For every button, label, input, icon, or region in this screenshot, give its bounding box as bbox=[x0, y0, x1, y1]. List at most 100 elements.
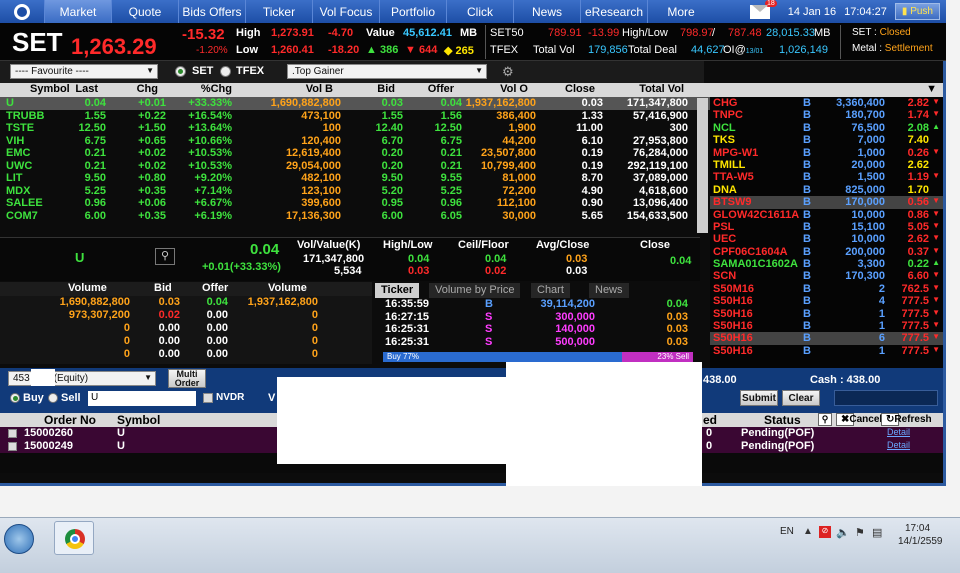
multi-order-button[interactable]: Multi Order bbox=[168, 369, 206, 388]
table-row[interactable]: MDX 5.25 +0.35 +7.14% 123,100 5.20 5.25 72,200 4… bbox=[0, 185, 710, 198]
side-panel-row[interactable]: S50M16 B 2 762.5 ▼ bbox=[710, 283, 943, 295]
tab-market[interactable]: Market bbox=[44, 0, 111, 23]
tab-news[interactable]: News bbox=[513, 0, 580, 23]
table-row[interactable]: U 0.04 +0.01 +33.33% 1,690,882,800 0.03 0.04 1,… bbox=[0, 97, 710, 110]
side-panel-row[interactable]: SCN B 170,300 6.60 ▼ bbox=[710, 270, 943, 282]
filter-funnel-icon[interactable]: ▼ bbox=[926, 83, 937, 95]
bid-offer-row[interactable]: 0 0.00 0.00 0 bbox=[0, 348, 372, 361]
ticker-row[interactable]: 16:25:31 S 500,000 0.03 bbox=[373, 336, 700, 349]
side-panel-row[interactable]: S50H16 B 1 777.5 ▼ bbox=[710, 308, 943, 320]
search-icon[interactable]: ⚲ bbox=[155, 248, 175, 265]
ticker-row[interactable]: 16:35:59 B 39,114,200 0.04 bbox=[373, 298, 700, 311]
tab-ticker[interactable]: Ticker bbox=[245, 0, 312, 23]
nvdr-checkbox[interactable] bbox=[203, 393, 213, 403]
grid-col-5[interactable]: Bid bbox=[377, 83, 403, 95]
side-panel-row[interactable]: TTA-W5 B 1,500 1.19 ▼ bbox=[710, 171, 943, 183]
cancel-button[interactable]: ✖ Cancel bbox=[836, 413, 882, 426]
network-icon[interactable]: ▤ bbox=[872, 526, 882, 539]
favourite-select[interactable]: ---- Favourite ---- bbox=[10, 64, 158, 79]
side-panel-row[interactable]: TNPC B 180,700 1.74 ▼ bbox=[710, 109, 943, 121]
table-row[interactable]: TSTE 12.50 +1.50 +13.64% 100 12.40 12.50 1,900 1… bbox=[0, 122, 710, 135]
tray-app-icon[interactable]: ⊘ bbox=[819, 526, 831, 538]
bid-offer-row[interactable]: 973,307,200 0.02 0.00 0 bbox=[0, 309, 372, 322]
grid-col-8[interactable]: Close bbox=[565, 83, 603, 95]
side-panel-row[interactable]: CPF06C1604A B 200,000 0.37 ▼ bbox=[710, 246, 943, 258]
tab-ticker-3[interactable]: News bbox=[589, 283, 629, 298]
table-row[interactable]: SALEE 0.96 +0.06 +6.67% 399,600 0.95 0.96 112,1… bbox=[0, 197, 710, 210]
tab-vol-focus[interactable]: Vol Focus bbox=[312, 0, 379, 23]
start-button[interactable] bbox=[4, 524, 34, 554]
search-icon[interactable]: ⚲ bbox=[818, 413, 832, 426]
tab-ticker-1[interactable]: Volume by Price bbox=[429, 283, 521, 298]
detail-link[interactable]: Detail bbox=[887, 440, 910, 450]
volume-icon[interactable]: 🔈 bbox=[836, 526, 850, 539]
tray-arrow-icon[interactable]: ▲ bbox=[803, 526, 813, 537]
settings-gear-icon[interactable]: ⚙ bbox=[502, 64, 514, 80]
side-panel-row[interactable]: SAMA01C1602A B 3,300 0.22 ▲ bbox=[710, 258, 943, 270]
grid-col-2[interactable]: Chg bbox=[137, 83, 166, 95]
grid-col-4[interactable]: Vol B bbox=[306, 83, 341, 95]
ticker-row[interactable]: 16:25:31 S 140,000 0.03 bbox=[373, 323, 700, 336]
bid-offer-row[interactable]: 0 0.00 0.00 0 bbox=[0, 335, 372, 348]
radio-buy[interactable] bbox=[10, 393, 20, 403]
grid-col-3[interactable]: %Chg bbox=[201, 83, 232, 95]
clear-button[interactable]: Clear bbox=[782, 390, 820, 406]
detail-link[interactable]: Detail bbox=[887, 427, 910, 437]
logo[interactable] bbox=[0, 0, 44, 23]
side-panel-row[interactable]: MPG-W1 B 1,000 0.26 ▼ bbox=[710, 147, 943, 159]
table-row[interactable]: EMC 0.21 +0.02 +10.53% 12,619,400 0.20 0.21 23,… bbox=[0, 147, 710, 160]
flag-icon[interactable]: ⚑ bbox=[855, 526, 865, 539]
side-panel-row[interactable]: UEC B 10,000 2.62 ▼ bbox=[710, 233, 943, 245]
submit-button[interactable]: Submit bbox=[740, 390, 778, 406]
bid-offer-row[interactable]: 1,690,882,800 0.03 0.04 1,937,162,800 bbox=[0, 296, 372, 309]
side-panel-row[interactable]: BTSW9 B 170,000 0.56 ▼ bbox=[710, 196, 943, 209]
tab-ticker-0[interactable]: Ticker bbox=[375, 283, 420, 298]
grid-col-1[interactable]: Last bbox=[75, 83, 106, 95]
clock-time[interactable]: 17:04 bbox=[905, 523, 930, 534]
side-panel-row[interactable]: NCL B 76,500 2.08 ▲ bbox=[710, 122, 943, 134]
ticker-row[interactable]: 16:27:15 S 300,000 0.03 bbox=[373, 311, 700, 324]
table-row[interactable]: LIT 9.50 +0.80 +9.20% 482,100 9.50 9.55 81,000 8… bbox=[0, 172, 710, 185]
tab-more[interactable]: More bbox=[647, 0, 714, 23]
table-row[interactable]: UWC 0.21 +0.02 +10.53% 29,054,000 0.20 0.21 10,… bbox=[0, 160, 710, 173]
list-select[interactable]: .Top Gainer bbox=[287, 64, 487, 79]
table-row[interactable]: TRUBB 1.55 +0.22 +16.54% 473,100 1.55 1.56 386,… bbox=[0, 110, 710, 123]
refresh-button[interactable]: ↻ Refresh bbox=[881, 413, 932, 426]
table-row[interactable]: COM7 6.00 +0.35 +6.19% 17,136,300 6.00 6.05 30,… bbox=[0, 210, 710, 223]
row-checkbox[interactable] bbox=[8, 429, 17, 438]
grid-col-7[interactable]: Vol O bbox=[500, 83, 536, 95]
grid-col-0[interactable]: Symbol bbox=[30, 83, 70, 95]
clock-date[interactable]: 14/1/2559 bbox=[898, 536, 943, 547]
row-checkbox[interactable] bbox=[8, 442, 17, 451]
side-panel-row[interactable]: PSL B 15,100 5.05 ▼ bbox=[710, 221, 943, 233]
side-panel-row[interactable]: CHG B 3,360,400 2.82 ▼ bbox=[710, 97, 943, 109]
tab-eresearch[interactable]: eResearch bbox=[580, 0, 647, 23]
symbol-input[interactable]: U bbox=[88, 391, 196, 406]
side-panel-row[interactable]: S50H16 B 6 777.5 ▼ bbox=[710, 332, 943, 345]
side-panel-row[interactable]: TMILL B 20,000 2.62 bbox=[710, 159, 943, 171]
chrome-taskbar-button[interactable] bbox=[54, 521, 94, 555]
tab-portfolio[interactable]: Portfolio bbox=[379, 0, 446, 23]
tab-bids-offers[interactable]: Bids Offers bbox=[178, 0, 245, 23]
language-indicator[interactable]: EN bbox=[780, 526, 794, 537]
grid-col-9[interactable]: Total Vol bbox=[639, 83, 692, 95]
side-panel-row[interactable]: GLOW42C1611A B 10,000 0.86 ▼ bbox=[710, 209, 943, 221]
side-panel-row[interactable]: TKS B 7,000 7.40 bbox=[710, 134, 943, 146]
mail-icon[interactable]: 18 bbox=[749, 0, 777, 19]
tab-click[interactable]: Click bbox=[446, 0, 513, 23]
grid-scrollbar[interactable] bbox=[697, 98, 708, 233]
grid-col-6[interactable]: Offer bbox=[428, 83, 462, 95]
order-field[interactable] bbox=[834, 390, 938, 406]
table-row[interactable]: VIH 6.75 +0.65 +10.66% 120,400 6.70 6.75 44,200… bbox=[0, 135, 710, 148]
bid-offer-row[interactable]: 0 0.00 0.00 0 bbox=[0, 322, 372, 335]
side-panel-row[interactable]: S50H16 B 1 777.5 ▼ bbox=[710, 345, 943, 357]
push-button[interactable]: ▮ Push bbox=[894, 3, 940, 20]
side-panel-row[interactable]: S50H16 B 1 777.5 ▼ bbox=[710, 320, 943, 332]
side-panel-row[interactable]: S50H16 B 4 777.5 ▼ bbox=[710, 295, 943, 307]
radio-tfex[interactable] bbox=[220, 66, 231, 77]
tab-ticker-2[interactable]: Chart bbox=[531, 283, 570, 298]
side-panel-row[interactable]: DNA B 825,000 1.70 bbox=[710, 184, 943, 196]
radio-set[interactable] bbox=[175, 66, 186, 77]
radio-sell[interactable] bbox=[48, 393, 58, 403]
tab-quote[interactable]: Quote bbox=[111, 0, 178, 23]
